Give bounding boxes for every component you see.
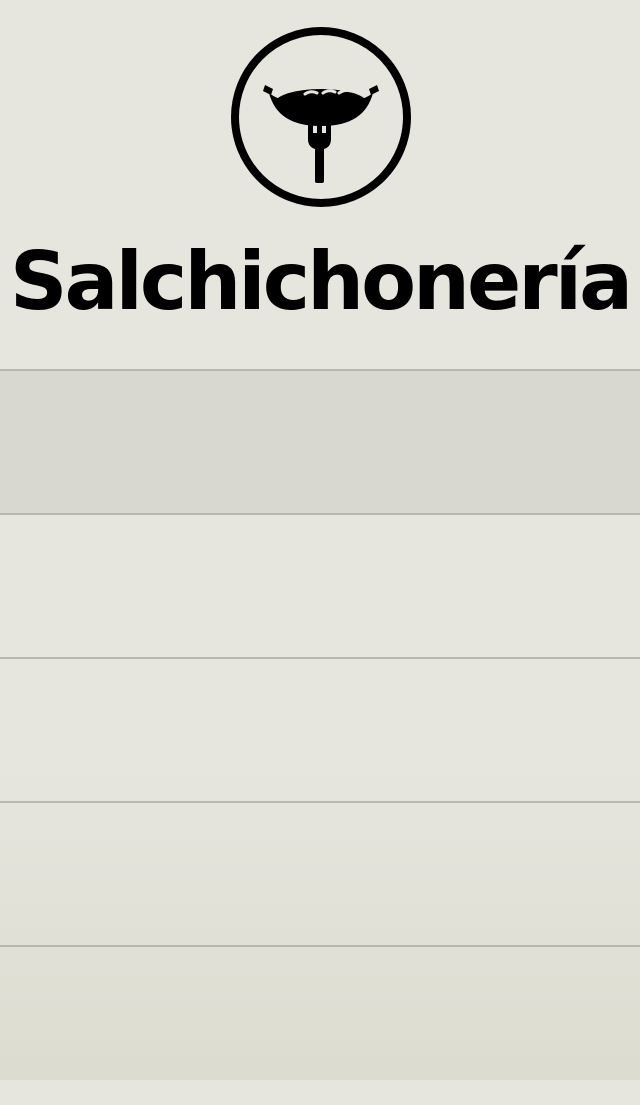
menu-item-1[interactable]: [0, 369, 640, 513]
app-header: Salchichonería: [0, 0, 640, 370]
menu-item-5[interactable]: [0, 945, 640, 1105]
menu-item-label: [0, 947, 640, 997]
menu-item-3[interactable]: [0, 657, 640, 801]
menu-item-2[interactable]: [0, 513, 640, 657]
menu-item-label: [0, 515, 640, 565]
menu-item-label: [0, 803, 640, 853]
menu-item-label: [0, 659, 640, 709]
menu-item-4[interactable]: [0, 801, 640, 945]
menu-list: [0, 369, 640, 1105]
menu-item-label: [0, 371, 640, 421]
sausage-on-fork-icon: [227, 23, 415, 211]
app-title: Salchichonería: [9, 235, 633, 328]
